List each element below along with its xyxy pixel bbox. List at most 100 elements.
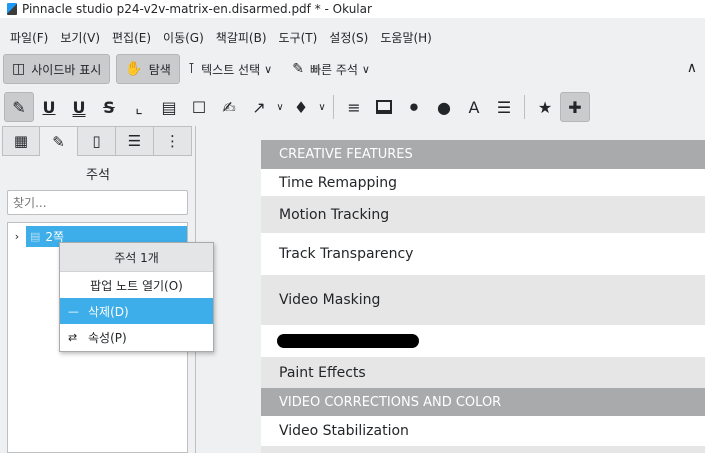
main-toolbar: ◫ 사이드바 표시 ✋ 탐색 ⊺ 텍스트 선택 ∨ ✎ 빠른 주석 ∨ ∧ — [0, 52, 705, 86]
annotation-search-input[interactable] — [7, 190, 188, 215]
typewriter-tool[interactable]: ⌞ — [124, 92, 154, 122]
chevron-down-icon[interactable]: ∨ — [316, 102, 328, 113]
properties-label: 속성(P) — [88, 330, 127, 345]
page-icon: ▤ — [30, 230, 41, 243]
annotation-context-menu: 주석 1개 팝업 노트 열기(O) — 삭제(D) ⇄ 속성(P) — [59, 242, 214, 352]
droplet-icon: ● — [437, 97, 451, 117]
color-button[interactable] — [369, 92, 399, 122]
sidebar-title: 주석 — [86, 168, 110, 183]
browse-tool-button[interactable]: ✋ 탐색 — [116, 54, 180, 84]
font-button[interactable]: A — [459, 92, 489, 122]
delete-item[interactable]: — 삭제(D) — [60, 298, 213, 324]
squiggle-underline-icon: U — [72, 97, 86, 117]
text-select-label: 텍스트 선택 — [201, 62, 261, 77]
quick-annotation-button[interactable]: ✎ 빠른 주석 ∨ — [284, 54, 382, 84]
fill-color-button[interactable]: ⚫ — [399, 92, 429, 122]
table-row: Track Transparency — [279, 246, 414, 262]
menu-file[interactable]: 파일(F) — [4, 29, 54, 46]
properties-item[interactable]: ⇄ 속성(P) — [60, 324, 213, 350]
pin-icon: ✚ — [568, 97, 582, 117]
list-icon: ⋮ — [165, 132, 180, 150]
squiggle-tool[interactable]: U — [64, 92, 94, 122]
tab-thumbnails[interactable]: ▦ — [2, 126, 40, 156]
context-menu-header: 주석 1개 — [60, 243, 213, 272]
text-cursor-icon: ⊺ — [187, 61, 196, 77]
table-row: Video Masking — [261, 275, 705, 325]
pen-icon: ✎ — [52, 132, 65, 151]
table-row: Paint Effects — [261, 357, 705, 388]
sliders-icon: ☰ — [496, 97, 512, 117]
inline-note-tool[interactable]: ☐ — [184, 92, 214, 122]
color-box-icon — [376, 100, 392, 114]
bookmark-icon: ▯ — [92, 132, 101, 150]
quick-annotation-label: 빠른 주석 — [309, 62, 358, 77]
section-header: CREATIVE FEATURES — [261, 140, 705, 169]
sliders-icon: ⇄ — [68, 330, 78, 344]
open-popup-note-item[interactable]: 팝업 노트 열기(O) — [60, 272, 213, 298]
table-row — [261, 446, 705, 453]
freehand-pen-icon: ✍ — [222, 97, 236, 117]
collapse-toolbar-icon[interactable]: ∧ — [687, 60, 697, 76]
opacity-button[interactable]: ● — [429, 92, 459, 122]
show-sidebar-button[interactable]: ◫ 사이드바 표시 — [3, 54, 111, 84]
tab-contents[interactable]: ☰ — [116, 126, 154, 156]
pin-toolbar-button[interactable]: ✚ — [560, 92, 590, 122]
highlight-tool[interactable]: ✎ — [4, 92, 34, 122]
menu-settings[interactable]: 설정(S) — [323, 29, 374, 46]
favorite-button[interactable]: ★ — [530, 92, 560, 122]
note-icon: ▤ — [161, 97, 177, 117]
strikeout-icon: S — [103, 97, 115, 117]
sidebar-icon: ◫ — [12, 61, 26, 77]
menu-tools[interactable]: 도구(T) — [273, 29, 324, 46]
hand-icon: ✋ — [125, 61, 143, 77]
minus-icon: — — [68, 304, 79, 318]
table-row: Video Stabilization — [279, 423, 409, 439]
arrow-tool[interactable]: ↗ — [244, 92, 274, 122]
chevron-right-icon[interactable]: › — [8, 230, 26, 243]
note-tool[interactable]: ▤ — [154, 92, 184, 122]
arrow-icon: ↗ — [252, 97, 266, 117]
settings-button[interactable]: ☰ — [489, 92, 519, 122]
speech-bubble-icon: ☐ — [191, 97, 207, 117]
contents-icon: ☰ — [127, 132, 142, 150]
underline-tool[interactable]: U — [34, 92, 64, 122]
menu-view[interactable]: 보기(V) — [54, 29, 106, 46]
menu-bar: 파일(F) 보기(V) 편집(E) 이동(G) 책갈피(B) 도구(T) 설정(… — [0, 26, 705, 48]
table-row: Motion Tracking — [261, 196, 705, 233]
strikeout-tool[interactable]: S — [94, 92, 124, 122]
section-header: VIDEO CORRECTIONS AND COLOR — [261, 388, 705, 416]
okular-app-icon — [7, 3, 17, 15]
freehand-tool[interactable]: ✍ — [214, 92, 244, 122]
redaction-mark — [277, 334, 419, 348]
menu-bookmarks[interactable]: 책갈피(B) — [210, 29, 273, 46]
typewriter-icon: ⌞ — [135, 97, 143, 117]
chevron-down-icon[interactable]: ∨ — [362, 63, 370, 76]
tab-annotations[interactable]: ✎ — [40, 126, 78, 156]
pen-icon: ✎ — [292, 61, 304, 77]
line-width-button[interactable]: ≡ — [339, 92, 369, 122]
tab-bookmarks[interactable]: ▯ — [78, 126, 116, 156]
stamp-icon: ♦ — [293, 97, 309, 117]
browse-label: 탐색 — [148, 62, 171, 77]
menu-edit[interactable]: 편집(E) — [106, 29, 157, 46]
underline-icon: U — [42, 97, 56, 117]
image-icon: ▦ — [13, 132, 29, 150]
document-view[interactable]: CREATIVE FEATURES Time Remapping Motion … — [197, 126, 705, 453]
title-bar: Pinnacle studio p24-v2v-matrix-en.disarm… — [0, 0, 705, 18]
tab-list[interactable]: ⋮ — [154, 126, 192, 156]
star-icon: ★ — [537, 97, 553, 117]
pdf-page: CREATIVE FEATURES Time Remapping Motion … — [261, 140, 705, 453]
chevron-down-icon[interactable]: ∨ — [274, 102, 286, 113]
delete-label: 삭제(D) — [88, 304, 129, 319]
menu-go[interactable]: 이동(G) — [157, 29, 210, 46]
window-title: Pinnacle studio p24-v2v-matrix-en.disarm… — [22, 2, 372, 16]
chevron-down-icon[interactable]: ∨ — [264, 63, 272, 76]
paint-bucket-icon: ⚫ — [407, 97, 421, 117]
sidebar-tabs: ▦ ✎ ▯ ☰ ⋮ — [0, 126, 195, 156]
highlighter-icon: ✎ — [12, 97, 26, 117]
stamp-tool[interactable]: ♦ — [286, 92, 316, 122]
menu-help[interactable]: 도움말(H) — [374, 29, 438, 46]
font-icon: A — [468, 97, 480, 117]
text-select-button[interactable]: ⊺ 텍스트 선택 ∨ — [180, 54, 284, 84]
toolbar-separator — [524, 95, 525, 119]
